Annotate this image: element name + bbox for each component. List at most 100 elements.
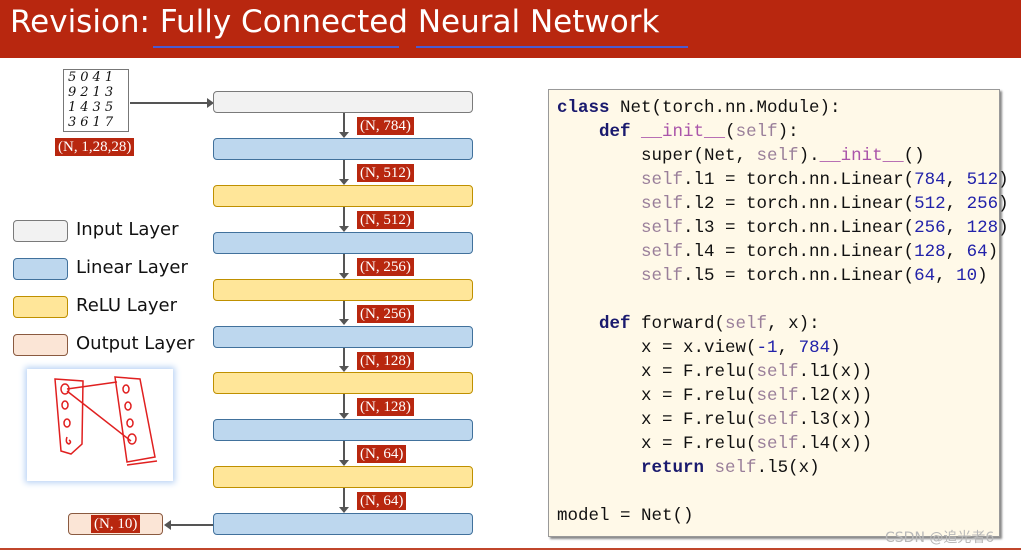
mnist-digits-image: 5041 9213 1435 3617	[63, 69, 129, 132]
code-token-num: 512	[966, 170, 999, 190]
code-token-plain: (	[725, 122, 736, 142]
output-shape-label: (N, 10)	[91, 515, 141, 534]
input-layer-box	[213, 91, 473, 113]
flow-arrow	[339, 113, 349, 138]
code-token-plain: x = F.relu(	[557, 362, 757, 382]
code-line: def forward(self, x):	[557, 314, 820, 334]
code-line: self.l5 = torch.nn.Linear(64, 10)	[557, 266, 988, 286]
digit-row: 1435	[68, 100, 118, 115]
flow-arrow	[339, 347, 349, 373]
code-token-plain: )	[998, 218, 1009, 238]
relu-layer-box	[213, 278, 473, 301]
legend-swatch-input	[13, 220, 68, 242]
watermark: CSDN @追光者6	[885, 530, 995, 546]
code-token-plain: ()	[903, 146, 925, 166]
code-token-plain: .l3 = torch.nn.Linear(	[683, 218, 915, 238]
code-line: def __init__(self):	[557, 122, 799, 142]
shape-label: (N, 512)	[357, 210, 414, 229]
code-token-plain: )	[977, 266, 988, 286]
shape-label: (N, 128)	[357, 351, 414, 370]
relu-layer-box	[213, 184, 473, 207]
code-token-dunder: __init__	[641, 122, 726, 142]
linear-layer-box	[213, 419, 473, 442]
shape-label: (N, 784)	[357, 117, 414, 135]
code-line: x = F.relu(self.l4(x))	[557, 434, 872, 454]
shape-label: (N, 256)	[357, 304, 414, 323]
code-token-plain: super(Net,	[557, 146, 757, 166]
code-line: x = F.relu(self.l3(x))	[557, 410, 872, 430]
code-token-plain: x = F.relu(	[557, 434, 757, 454]
code-token-self: self	[641, 242, 684, 262]
code-token-plain: Net(torch.nn.Module):	[609, 98, 841, 118]
title-bar: Revision: Fully Connected Neural Network	[0, 0, 1021, 58]
code-token-num: 128	[966, 218, 999, 238]
slide-title: Revision: Fully Connected Neural Network	[10, 4, 660, 40]
code-token-plain: forward(	[630, 314, 726, 334]
arrow-head	[164, 520, 171, 531]
legend-label: Output Layer	[76, 333, 195, 354]
code-token-plain: ,	[945, 170, 967, 190]
code-line: self.l1 = torch.nn.Linear(784, 512)	[557, 170, 1009, 190]
relu-layer-box	[213, 466, 473, 489]
code-token-plain: .l1 = torch.nn.Linear(	[683, 170, 915, 190]
code-token-self: self	[756, 434, 799, 454]
digit-row: 5041	[68, 70, 118, 85]
code-token-self: self	[735, 122, 778, 142]
code-token-plain: .l4(x))	[798, 434, 873, 454]
code-token-plain: ,	[777, 338, 799, 358]
flow-arrow	[339, 488, 349, 513]
digit-row: 3617	[68, 115, 118, 130]
code-token-self: self	[641, 218, 684, 238]
code-block: class Net(torch.nn.Module): def __init__…	[548, 89, 1009, 537]
shape-label: (N, 64)	[357, 492, 407, 511]
code-token-self: self	[714, 458, 757, 478]
flow-arrow	[339, 394, 349, 420]
legend-swatch-linear	[13, 258, 68, 280]
code-token-num: 512	[914, 194, 946, 214]
code-line: x = x.view(-1, 784)	[557, 338, 841, 358]
code-token-self: self	[756, 386, 799, 406]
code-token-kw: def	[599, 314, 631, 334]
flow-arrow	[339, 253, 349, 279]
output-layer-box: (N, 10)	[68, 513, 163, 536]
code-token-plain: )	[998, 170, 1009, 190]
linear-layer-box	[213, 513, 473, 536]
flow-arrow	[339, 441, 349, 467]
code-token-plain: .l1(x))	[798, 362, 873, 382]
code-token-kw: def	[599, 122, 631, 142]
code-token-num: 256	[966, 194, 999, 214]
code-token-plain: .l4 = torch.nn.Linear(	[683, 242, 915, 262]
legend-label: Input Layer	[76, 219, 179, 240]
input-shape-label: (N, 1,28,28)	[55, 138, 135, 156]
code-line: x = F.relu(self.l2(x))	[557, 386, 872, 406]
code-line: class Net(torch.nn.Module):	[557, 98, 841, 118]
code-line: super(Net, self).__init__()	[557, 146, 925, 166]
code-token-self: self	[756, 362, 799, 382]
code-token-self: self	[641, 170, 684, 190]
code-token-plain: x = x.view(	[557, 338, 757, 358]
code-line: return self.l5(x)	[557, 458, 820, 478]
code-token-num: 128	[914, 242, 946, 262]
shape-label: (N, 512)	[357, 163, 414, 182]
code-token-plain: ,	[945, 194, 967, 214]
code-token-kw: return	[641, 458, 705, 478]
code-token-num: 784	[798, 338, 831, 358]
code-token-self: self	[725, 314, 768, 334]
code-token-plain: .l2(x))	[798, 386, 873, 406]
code-token-num: 256	[914, 218, 946, 238]
code-token-plain: .l2 = torch.nn.Linear(	[683, 194, 915, 214]
shape-label: (N, 128)	[357, 398, 414, 417]
code-token-plain: .l3(x))	[798, 410, 873, 430]
title-underline	[416, 46, 688, 48]
flow-arrow	[339, 206, 349, 232]
code-token-plain: .l5(x)	[756, 458, 820, 478]
handwritten-sketch	[27, 369, 173, 481]
digit-row: 9213	[68, 85, 118, 100]
bottom-divider	[0, 548, 1021, 550]
